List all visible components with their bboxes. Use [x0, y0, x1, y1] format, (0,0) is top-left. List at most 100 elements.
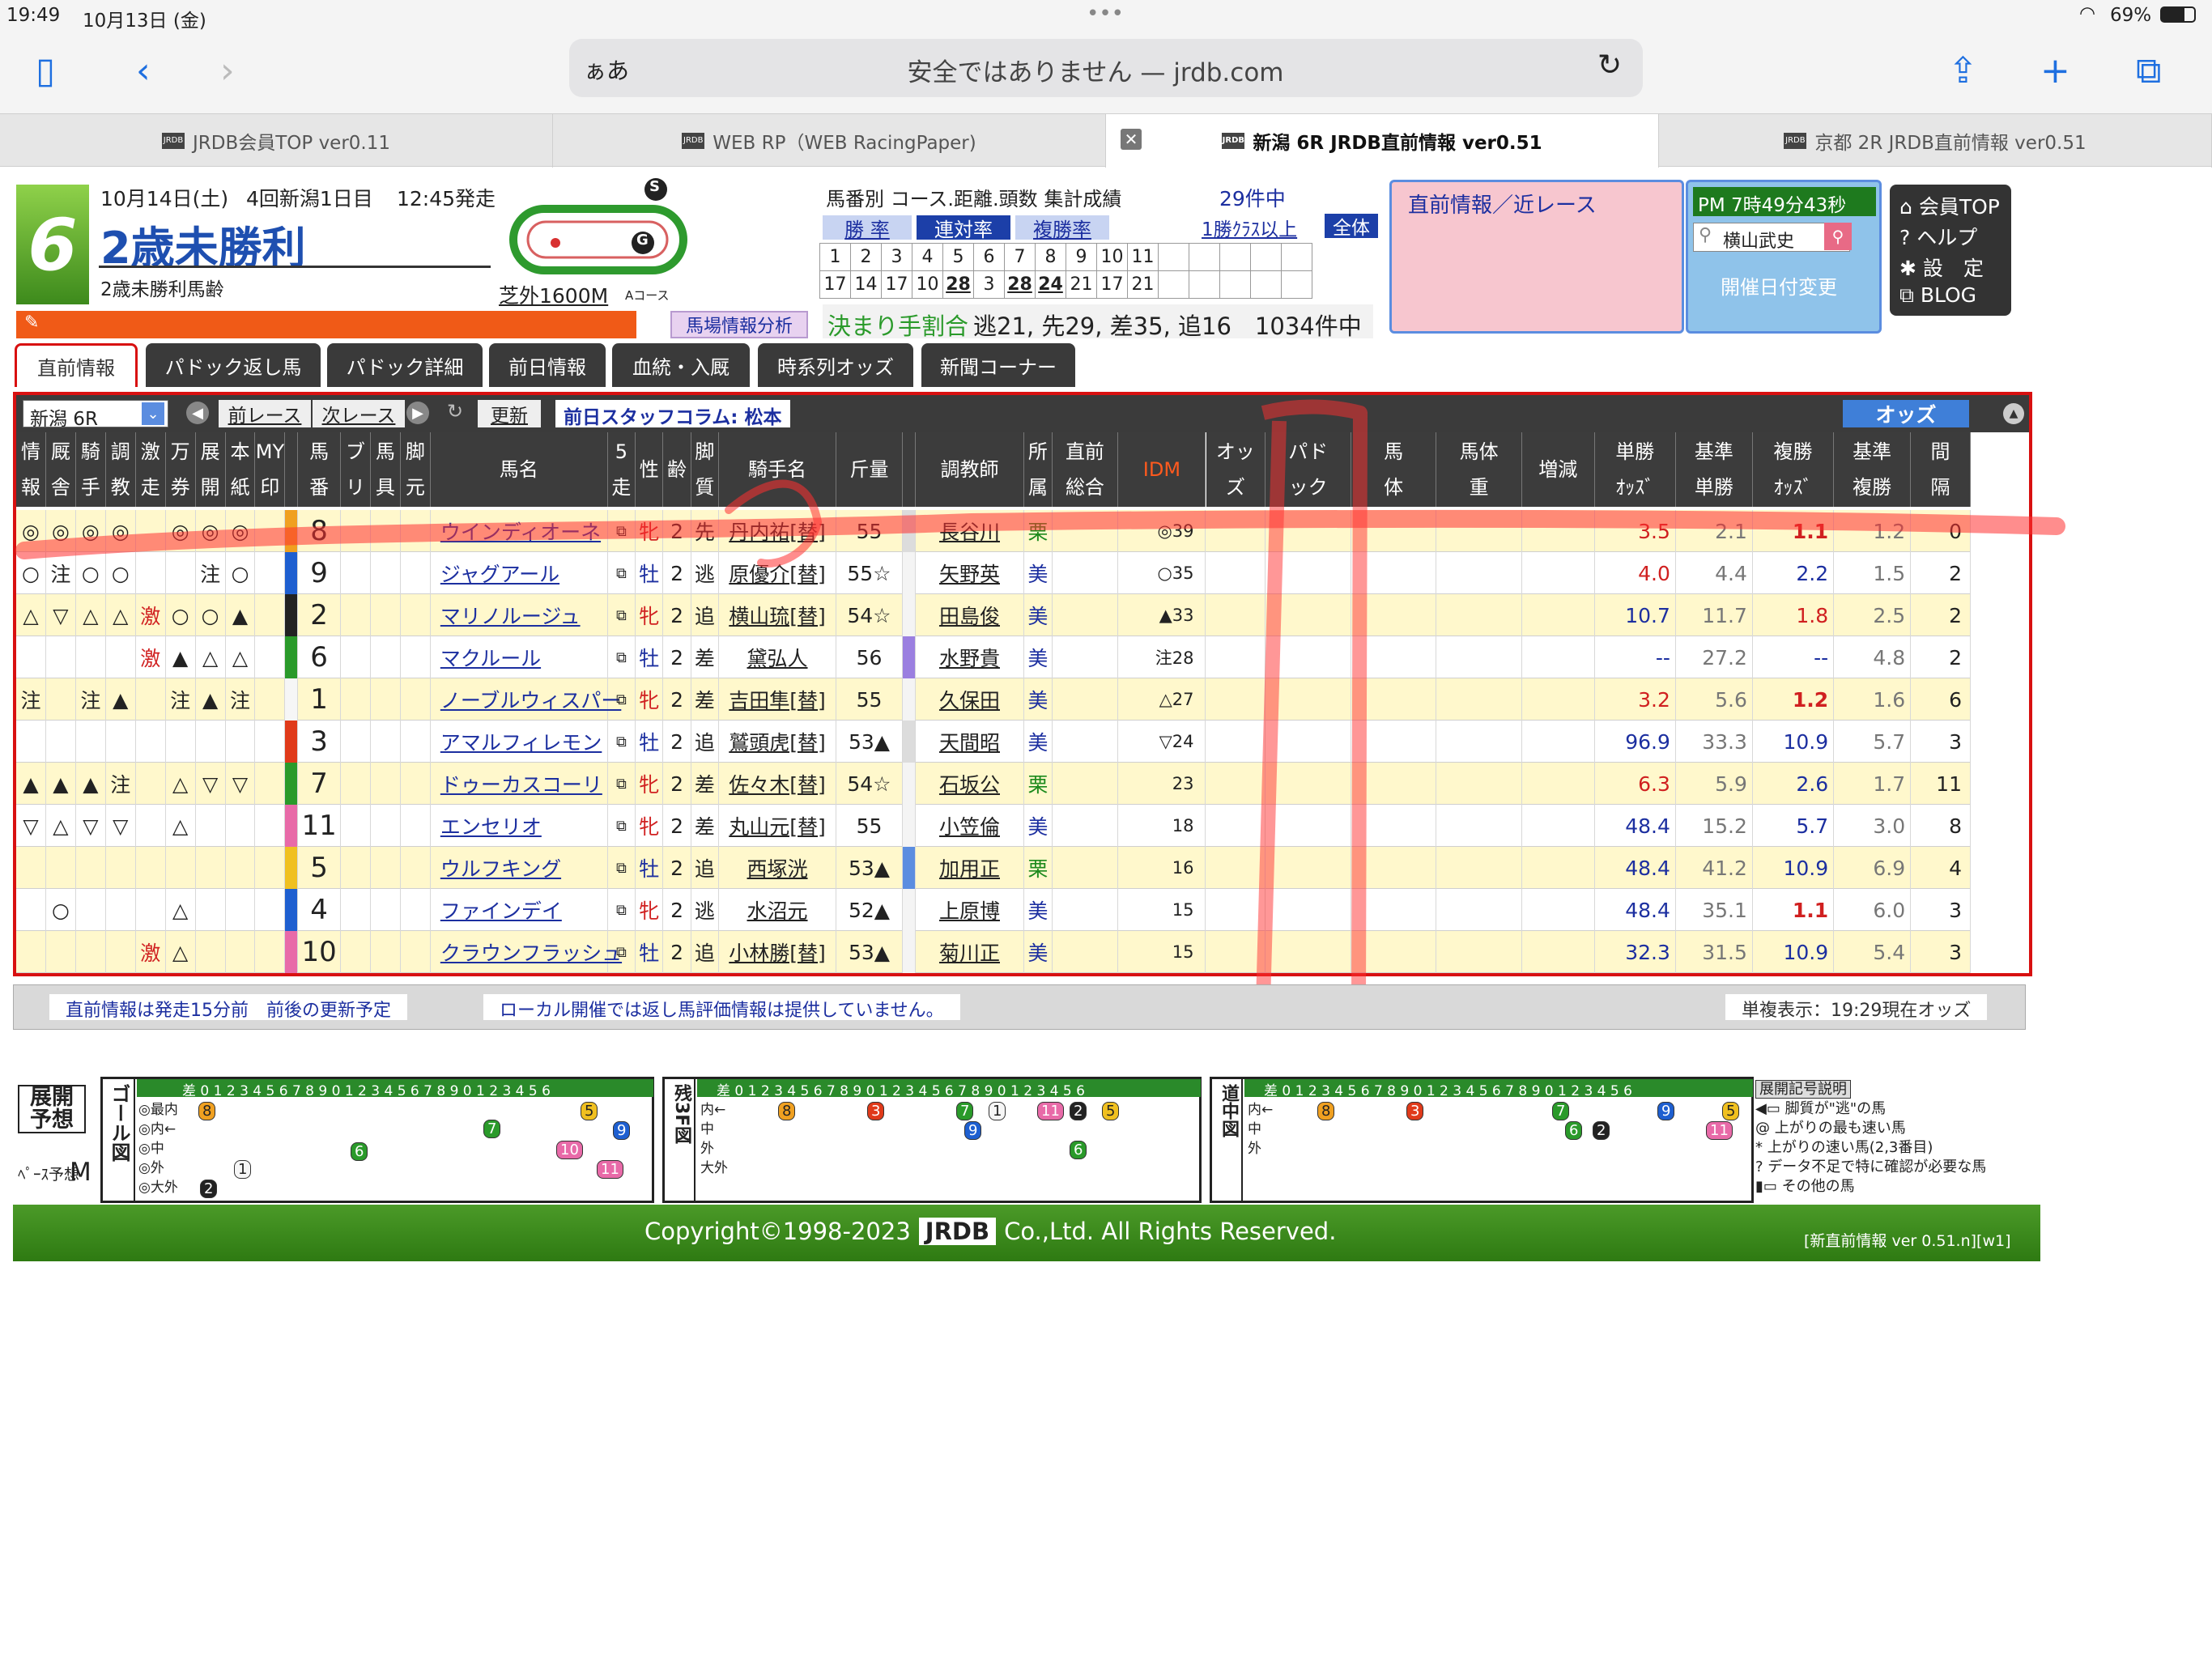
position-marker: 5 — [1722, 1102, 1740, 1120]
new-tab-icon[interactable]: + — [2040, 50, 2070, 91]
tabs-overview-icon[interactable]: ⧉ — [2136, 50, 2161, 91]
stats-cell — [1250, 243, 1282, 271]
browser-tab[interactable]: JRDB JRDB会員TOP ver0.11 — [0, 114, 553, 168]
all-filter-button[interactable]: 全体 — [1325, 214, 1378, 239]
share-icon[interactable]: ⇪ — [1948, 50, 1978, 91]
legend-title: 展開記号説明 — [1755, 1080, 1851, 1099]
scale-head: 差 0 1 2 3 4 5 6 7 8 9 0 1 2 3 4 5 6 7 8 … — [1244, 1079, 1753, 1099]
menu-help[interactable]: ? ヘルプ — [1899, 222, 1977, 251]
race-kai: 4回新潟1日目 — [246, 187, 373, 210]
tab-place-rate[interactable]: 複勝率 — [1015, 215, 1109, 241]
gear-icon: ✱ — [1899, 257, 1916, 280]
track-analysis-button[interactable]: 馬場情報分析 — [670, 311, 808, 338]
stats-cell: 10 — [912, 270, 943, 299]
question-marker-icon: ? — [1755, 1158, 1763, 1175]
at-marker-icon: @ — [1755, 1120, 1770, 1137]
tab-pedigree[interactable]: 血統・入厩 — [612, 343, 750, 387]
browser-tab[interactable]: JRDB WEB RP（WEB RacingPaper) — [553, 114, 1106, 168]
reload-icon[interactable]: ↻ — [1597, 49, 1622, 82]
stats-cell: 4 — [912, 243, 943, 271]
jrdb-favicon: JRDB — [682, 133, 705, 149]
battery-level: 69% — [2110, 5, 2152, 26]
stats-cell: 21 — [1066, 270, 1097, 299]
legend-item: ▮▭ その他の馬 — [1755, 1178, 1855, 1195]
scale-head: 差 0 1 2 3 4 5 6 7 8 9 0 1 2 3 4 5 6 7 8 … — [137, 1079, 653, 1099]
position-marker: 11 — [1706, 1121, 1733, 1140]
position-marker: 11 — [1037, 1102, 1064, 1120]
zan3f-title: 残3F図 — [665, 1079, 696, 1201]
recent-race-panel: 直前情報／近レース — [1389, 180, 1684, 334]
position-marker: 3 — [1406, 1102, 1424, 1120]
search-icon: ⚲ — [1699, 225, 1712, 245]
tab-win-rate[interactable]: 勝 率 — [823, 215, 912, 241]
tab-direct-info[interactable]: 直前情報 — [15, 343, 138, 387]
position-marker: 1 — [989, 1102, 1006, 1120]
position-marker: 9 — [613, 1121, 631, 1140]
tab-paddock-warmup[interactable]: パドック返し馬 — [146, 343, 321, 387]
kimarite-label: 決まり手割合 — [827, 312, 969, 340]
browser-tab-bar: JRDB JRDB会員TOP ver0.11 JRDB WEB RP（WEB Rac… — [0, 113, 2212, 168]
help-icon: ? — [1899, 226, 1911, 249]
home-icon: ⌂ — [1899, 195, 1912, 219]
class-filter-link[interactable]: 1勝ｸﾗｽ以上 — [1202, 214, 1297, 241]
position-marker: 9 — [1657, 1102, 1675, 1120]
stats-cell — [1158, 270, 1189, 299]
page: 19:49 10月13日 (金) ••• ◠ 69% ▯ ‹ › ⇪ + ⧉ ぁ… — [0, 0, 2212, 1658]
stats-cell — [1189, 270, 1220, 299]
pencil-icon[interactable]: ✎ — [24, 312, 39, 333]
course-distance[interactable]: 芝外1600M — [499, 280, 608, 309]
tenkai-label: 展開予想 — [18, 1085, 86, 1133]
browser-tab[interactable]: JRDB 京都 2R JRDB直前情報 ver0.51 — [1659, 114, 2212, 168]
race-number-badge: 6 — [16, 185, 89, 304]
jrdb-favicon: JRDB — [161, 133, 185, 149]
date-change-button[interactable]: 開催日付変更 — [1721, 271, 1837, 300]
notice-bar: 直前情報は発走15分前 前後の更新予定 ローカル開催では返し馬評価情報は提供して… — [13, 984, 2026, 1030]
position-marker: 2 — [1070, 1102, 1087, 1120]
tab-odds-timeline[interactable]: 時系列オッズ — [758, 343, 913, 387]
position-marker: 6 — [1070, 1141, 1087, 1159]
sidebar-icon[interactable]: ▯ — [36, 50, 55, 91]
position-marker: 11 — [597, 1160, 623, 1179]
stats-cell — [1158, 243, 1189, 271]
kimarite-bar: 決まり手割合 逃21, 先29, 差35, 追16 1034件中 — [823, 304, 1373, 340]
stats-cell: 21 — [1127, 270, 1159, 299]
handwritten-markup — [15, 399, 2065, 1011]
stats-cell: 24 — [1035, 270, 1066, 299]
address-bar[interactable]: ぁあ 安全ではありません — jrdb.com ↻ — [569, 39, 1643, 97]
stats-cell: 11 — [1127, 243, 1159, 271]
dochu-markers: 8 3 7 9 5 6 2 11 — [1285, 1099, 1746, 1201]
blog-icon: ⧉ — [1899, 283, 1914, 307]
stats-cell: 28 — [1004, 270, 1036, 299]
legend-item: ◀▭ 脚質が"逃"の馬 — [1755, 1100, 1887, 1117]
menu-blog[interactable]: ⧉ BLOG — [1899, 283, 1976, 308]
tab-newspaper[interactable]: 新聞コーナー — [921, 343, 1075, 387]
stats-cell: 6 — [973, 243, 1005, 271]
local-note: ローカル開催では返し馬評価情報は提供していません。 — [483, 994, 960, 1021]
browser-tab-active[interactable]: ✕ JRDB 新潟 6R JRDB直前情報 ver0.51 — [1106, 114, 1659, 168]
position-marker: 9 — [964, 1121, 982, 1140]
close-tab-icon[interactable]: ✕ — [1121, 129, 1142, 150]
search-value: 横山武史 — [1723, 232, 1795, 252]
copyright: Copyright©1998-2023 JRDB Co.,Ltd. All Ri… — [644, 1218, 1337, 1245]
menu-member-top[interactable]: ⌂ 会員TOP — [1899, 191, 2000, 220]
stats-title: 馬番別 コース.距離.頭数 集計成績 — [826, 188, 1122, 210]
race-subtitle: 2歳未勝利馬齢 — [100, 279, 224, 300]
back-icon[interactable]: ‹ — [136, 50, 151, 91]
forward-icon[interactable]: › — [220, 50, 235, 91]
status-dots: ••• — [1087, 2, 1125, 26]
course-map-icon: S G — [505, 176, 700, 278]
tab-paddock-detail[interactable]: パドック詳細 — [327, 343, 483, 387]
tab-rentai-rate[interactable]: 連対率 — [917, 215, 1010, 241]
stats-cell — [1219, 243, 1251, 271]
url-text[interactable]: 安全ではありません — jrdb.com — [812, 52, 1379, 88]
tab-prev-day[interactable]: 前日情報 — [489, 343, 606, 387]
stats-cell: 3 — [973, 270, 1005, 299]
recent-race-title: 直前情報／近レース — [1408, 193, 1597, 218]
menu-settings[interactable]: ✱ 設 定 — [1899, 253, 1984, 282]
start-badge: S — [649, 178, 660, 195]
stats-cell: 7 — [1004, 243, 1036, 271]
search-button[interactable]: ⚲ — [1824, 223, 1852, 250]
reader-aa-button[interactable]: ぁあ — [584, 53, 629, 86]
stats-cell — [1189, 243, 1220, 271]
odds-time-note: 単複表示：19:29現在オッズ — [1725, 994, 1988, 1021]
